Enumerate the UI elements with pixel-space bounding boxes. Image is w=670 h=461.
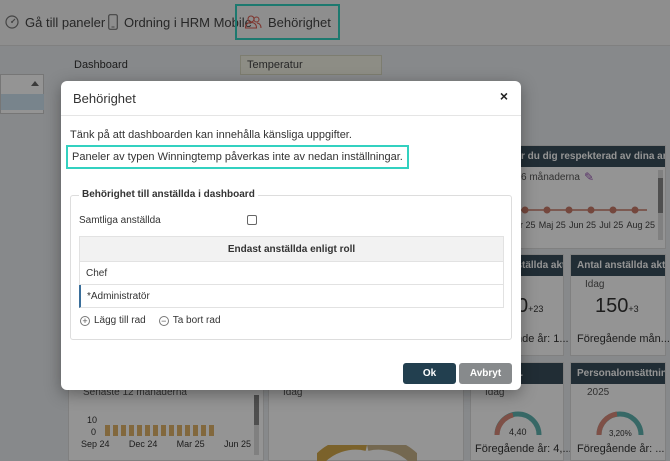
- all-employees-checkbox[interactable]: [247, 215, 257, 225]
- sensitive-data-notice: Tänk på att dashboarden kan innehålla kä…: [70, 129, 352, 141]
- winningtemp-notice: Paneler av typen Winningtemp påverkas in…: [66, 145, 409, 169]
- close-icon[interactable]: ×: [500, 88, 508, 104]
- add-row-button[interactable]: + Lägg till rad: [80, 315, 146, 326]
- all-employees-label: Samtliga anställda: [79, 215, 161, 226]
- permission-dialog: Behörighet × Tänk på att dashboarden kan…: [61, 81, 521, 390]
- cancel-button[interactable]: Avbryt: [459, 363, 512, 384]
- role-table: Endast anställda enligt roll Chef *Admin…: [79, 236, 504, 308]
- plus-circle-icon: +: [80, 315, 90, 326]
- dialog-title: Behörighet: [73, 91, 136, 106]
- row-actions: + Lägg till rad − Ta bort rad: [80, 315, 221, 326]
- role-row-chef[interactable]: Chef: [79, 262, 504, 285]
- add-row-label: Lägg till rad: [94, 315, 146, 326]
- employee-permission-fieldset: Behörighet till anställda i dashboard Sa…: [70, 189, 512, 340]
- remove-row-label: Ta bort rad: [172, 315, 221, 326]
- role-table-header: Endast anställda enligt roll: [79, 236, 504, 262]
- minus-circle-icon: −: [158, 315, 169, 326]
- fieldset-legend: Behörighet till anställda i dashboard: [79, 189, 258, 200]
- role-row-administrator[interactable]: *Administratör: [79, 285, 504, 308]
- ok-button[interactable]: Ok: [403, 363, 456, 384]
- remove-row-button[interactable]: − Ta bort rad: [158, 315, 221, 326]
- dialog-divider: [61, 115, 521, 116]
